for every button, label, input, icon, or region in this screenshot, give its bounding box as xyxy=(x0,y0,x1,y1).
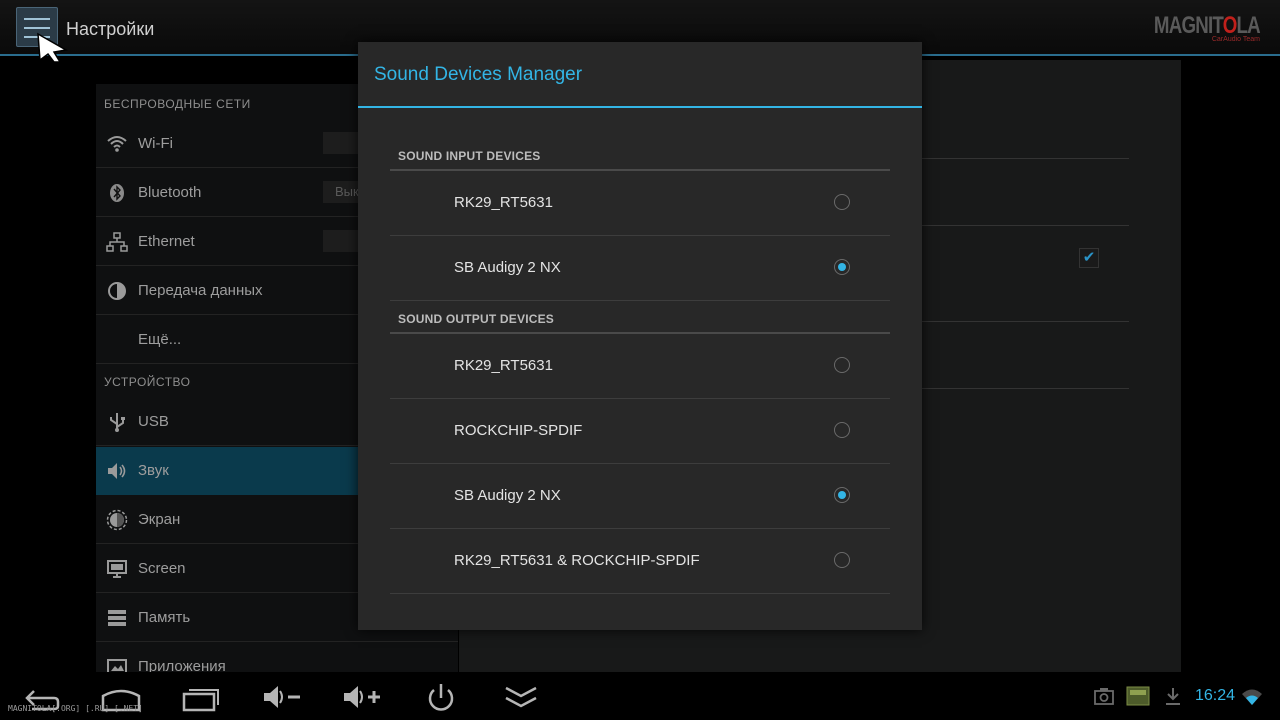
download-icon[interactable] xyxy=(1162,686,1184,706)
output-devices-header: SOUND OUTPUT DEVICES xyxy=(398,312,555,326)
output-device-row[interactable]: RK29_RT5631 xyxy=(390,334,890,399)
clock: 16:24 xyxy=(1195,687,1236,704)
dialog-title-divider xyxy=(358,106,922,108)
volume-down-icon[interactable] xyxy=(258,680,304,714)
screen-icon xyxy=(106,558,128,580)
power-icon[interactable] xyxy=(418,680,464,714)
device-name: RK29_RT5631 xyxy=(454,357,553,374)
device-name: SB Audigy 2 NX xyxy=(454,487,561,504)
setting-label: Приложения xyxy=(138,658,226,672)
dialog-title: Sound Devices Manager xyxy=(374,64,583,85)
radio-button-selected[interactable] xyxy=(834,259,850,275)
detail-checkbox[interactable]: ✔ xyxy=(1079,248,1099,268)
setting-label: Ethernet xyxy=(138,233,195,250)
volume-up-icon[interactable] xyxy=(338,680,384,714)
section-header-device: УСТРОЙСТВО xyxy=(104,375,191,389)
setting-label: Ещё... xyxy=(138,331,182,348)
ethernet-icon xyxy=(106,231,128,253)
ethernet-toggle[interactable] xyxy=(323,230,363,252)
divider xyxy=(922,225,1129,226)
radio-button[interactable] xyxy=(834,194,850,210)
hide-bar-icon[interactable] xyxy=(498,680,544,714)
apps-icon xyxy=(106,656,128,672)
device-name: RK29_RT5631 xyxy=(454,194,553,211)
page-title: Настройки xyxy=(66,19,155,39)
bluetooth-icon xyxy=(106,182,128,204)
device-name: ROCKCHIP-SPDIF xyxy=(454,422,583,439)
sound-devices-dialog: Sound Devices Manager SOUND INPUT DEVICE… xyxy=(358,42,922,630)
display-icon xyxy=(106,509,128,531)
screenshot-icon[interactable] xyxy=(1093,686,1115,706)
setting-label: Экран xyxy=(138,511,181,528)
sound-icon xyxy=(106,460,128,482)
wifi-toggle[interactable] xyxy=(323,132,363,154)
wifi-icon xyxy=(106,133,128,155)
usb-icon xyxy=(106,411,128,433)
divider xyxy=(922,158,1129,159)
input-device-row[interactable]: SB Audigy 2 NX xyxy=(390,236,890,301)
input-devices-header: SOUND INPUT DEVICES xyxy=(398,149,541,163)
setting-label: Wi-Fi xyxy=(138,135,173,152)
system-bar: MAGNITOLA[.ORG] [.RU] [.NET] 16:24 xyxy=(0,672,1280,720)
output-device-row[interactable]: ROCKCHIP-SPDIF xyxy=(390,399,890,464)
radio-button-selected[interactable] xyxy=(834,487,850,503)
device-name: SB Audigy 2 NX xyxy=(454,259,561,276)
storage-icon xyxy=(106,607,128,629)
divider xyxy=(922,388,1129,389)
setting-label: Bluetooth xyxy=(138,184,202,201)
section-header-wireless: БЕСПРОВОДНЫЕ СЕТИ xyxy=(104,97,251,111)
setting-label: Звук xyxy=(138,462,169,479)
radio-button[interactable] xyxy=(834,552,850,568)
watermark: MAGNITOLA[.ORG] [.RU] [.NET] xyxy=(8,704,143,713)
wifi-signal-icon xyxy=(1242,689,1262,705)
setting-label: Передача данных xyxy=(138,282,263,299)
setting-label: USB xyxy=(138,413,169,430)
device-name: RK29_RT5631 & ROCKCHIP-SPDIF xyxy=(454,552,700,569)
radio-button[interactable] xyxy=(834,422,850,438)
output-device-row[interactable]: RK29_RT5631 & ROCKCHIP-SPDIF xyxy=(390,529,890,594)
divider xyxy=(922,321,1129,322)
input-device-row[interactable]: RK29_RT5631 xyxy=(390,171,890,236)
data-usage-icon xyxy=(106,280,128,302)
mouse-cursor-icon xyxy=(37,32,69,63)
magnitola-logo: MAGNITOLA CarAudio Team xyxy=(1154,12,1261,44)
recent-apps-icon[interactable] xyxy=(178,680,224,714)
setting-item-apps[interactable]: Приложения xyxy=(96,643,458,672)
radio-button[interactable] xyxy=(834,357,850,373)
gallery-notification-icon[interactable] xyxy=(1126,686,1150,706)
output-device-row[interactable]: SB Audigy 2 NX xyxy=(390,464,890,529)
setting-label: Screen xyxy=(138,560,186,577)
setting-label: Память xyxy=(138,609,191,626)
